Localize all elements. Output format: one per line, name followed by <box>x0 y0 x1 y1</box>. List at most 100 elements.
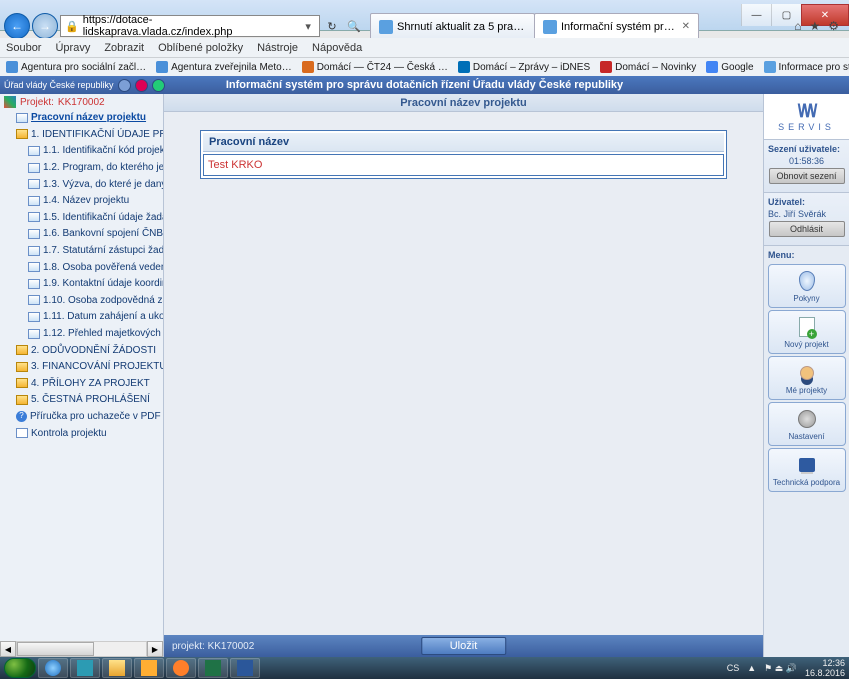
browser-menu-bar: Soubor Úpravy Zobrazit Oblíbené položky … <box>0 38 849 58</box>
favorite-link[interactable]: Domácí – Novinky <box>600 61 696 73</box>
tree-item-label: 1.8. Osoba pověřená vedením… <box>43 262 163 273</box>
tree-item[interactable]: 1.7. Statutární zástupci žadate… <box>0 243 163 260</box>
tree-item[interactable]: 1.11. Datum zahájení a ukonč… <box>0 309 163 326</box>
favicon-icon <box>302 61 314 73</box>
header-icon[interactable] <box>135 79 148 92</box>
favorite-link[interactable]: Domácí — ČT24 — Česká … <box>302 61 448 73</box>
favicon-icon <box>458 61 470 73</box>
browser-tab[interactable]: Shrnutí aktualit za 5 pracovníc… <box>370 13 535 39</box>
settings-icon[interactable]: ⚙ <box>828 19 839 33</box>
home-icon[interactable]: ⌂ <box>794 19 801 33</box>
menu-napoveda[interactable]: Nápověda <box>312 42 362 54</box>
project-name-input[interactable] <box>203 154 724 176</box>
start-button[interactable] <box>4 658 36 678</box>
menu-support[interactable]: Technická podpora <box>768 448 846 492</box>
scroll-right-button[interactable]: ▶ <box>147 641 163 657</box>
menu-settings[interactable]: Nastavení <box>768 402 846 446</box>
folder-icon <box>109 660 125 676</box>
tree-item[interactable]: 1.10. Osoba zodpovědná za ú… <box>0 293 163 310</box>
task-explorer[interactable] <box>102 658 132 678</box>
header-icon[interactable] <box>152 79 165 92</box>
refresh-button[interactable]: ↻ <box>322 15 342 37</box>
header-icon[interactable] <box>118 79 131 92</box>
back-button[interactable]: ← <box>4 13 30 39</box>
task-excel[interactable] <box>198 658 228 678</box>
refresh-session-button[interactable]: Obnovit sezení <box>769 168 845 184</box>
task-word[interactable] <box>230 658 260 678</box>
tree-item[interactable]: 1.12. Přehled majetkových vzt… <box>0 326 163 343</box>
tree-item[interactable]: 2. ODŮVODNĚNÍ ŽÁDOSTI <box>0 342 163 359</box>
task-app[interactable] <box>134 658 164 678</box>
page-icon <box>28 295 40 305</box>
tree-item[interactable]: 5. ČESTNÁ PROHLÁŠENÍ <box>0 392 163 409</box>
page-icon <box>28 146 40 156</box>
favorite-label: Domácí — ČT24 — Česká … <box>317 62 448 73</box>
tab-close-icon[interactable]: ✕ <box>682 21 690 32</box>
task-ie[interactable] <box>38 658 68 678</box>
content-pane: Pracovní název projektu Pracovní název p… <box>164 94 763 657</box>
tree-item[interactable]: Kontrola projektu <box>0 425 163 442</box>
system-tray[interactable]: CS ▲ ⚑ ⏏ 🔊 12:36 16.8.2016 <box>727 658 845 678</box>
task-media[interactable] <box>166 658 196 678</box>
tray-clock[interactable]: 12:36 16.8.2016 <box>805 658 845 678</box>
favorite-label: Google <box>721 62 753 73</box>
tray-arrow-icon[interactable]: ▲ <box>747 663 756 673</box>
media-icon <box>173 660 189 676</box>
favorite-link[interactable]: Domácí – Zprávy – iDNES <box>458 61 590 73</box>
logout-button[interactable]: Odhlásit <box>769 221 845 237</box>
favorite-link[interactable]: Agentura pro sociální začl… <box>6 61 146 73</box>
tree-item[interactable]: 1.4. Název projektu <box>0 193 163 210</box>
forward-button[interactable]: → <box>32 13 58 39</box>
save-button[interactable]: Uložit <box>421 637 507 655</box>
menu-oblibene[interactable]: Oblíbené položky <box>158 42 243 54</box>
page-icon <box>28 229 40 239</box>
tree-item[interactable]: 1.6. Bankovní spojení ČNB <box>0 226 163 243</box>
address-dropdown[interactable]: ▾ <box>301 20 315 33</box>
help-icon: ? <box>16 411 27 422</box>
tree-item-label: Kontrola projektu <box>31 428 107 439</box>
app-icon <box>77 660 93 676</box>
favorites-icon[interactable]: ★ <box>809 19 820 33</box>
tree-item[interactable]: 1.3. Výzva, do které je daný p… <box>0 176 163 193</box>
scroll-track[interactable] <box>16 641 147 657</box>
tree-item[interactable]: 3. FINANCOVÁNÍ PROJEKTU <box>0 359 163 376</box>
page-icon <box>28 196 40 206</box>
scroll-left-button[interactable]: ◀ <box>0 641 16 657</box>
form-area: Pracovní název <box>164 112 763 635</box>
menu-nastroje[interactable]: Nástroje <box>257 42 298 54</box>
tree-item[interactable]: 1.1. Identifikační kód projektu <box>0 143 163 160</box>
tree-item[interactable]: Pracovní název projektu <box>0 110 163 127</box>
tree-item-label: 3. FINANCOVÁNÍ PROJEKTU <box>31 361 163 372</box>
tray-icons[interactable]: ⚑ ⏏ 🔊 <box>764 663 797 674</box>
menu-soubor[interactable]: Soubor <box>6 42 41 54</box>
favorite-link[interactable]: Agentura zveřejnila Meto… <box>156 61 292 73</box>
favorite-link[interactable]: Google <box>706 61 753 73</box>
scroll-thumb[interactable] <box>17 642 94 656</box>
address-bar[interactable]: 🔒 https://dotace-lidskaprava.vlada.cz/in… <box>60 15 320 37</box>
menu-my-projects[interactable]: Mé projekty <box>768 356 846 400</box>
favorite-link[interactable]: Informace pro státní zamě… <box>764 61 849 73</box>
tree-item[interactable]: 1.5. Identifikační údaje žadate… <box>0 210 163 227</box>
tree-item[interactable]: 1.2. Program, do kterého je d… <box>0 160 163 177</box>
tree-item[interactable]: 4. PŘÍLOHY ZA PROJEKT <box>0 376 163 393</box>
project-tree[interactable]: Pracovní název projektu1. IDENTIFIKAČNÍ … <box>0 110 163 641</box>
logo: \/\/\/ SERVIS <box>764 94 849 140</box>
taskbar: CS ▲ ⚑ ⏏ 🔊 12:36 16.8.2016 <box>0 657 849 679</box>
horizontal-scrollbar[interactable]: ◀ ▶ <box>0 641 163 657</box>
task-app[interactable] <box>70 658 100 678</box>
search-button[interactable]: 🔍 <box>344 15 364 37</box>
browser-tab-active[interactable]: Informační systém pro sprá… ✕ <box>534 13 699 39</box>
menu-new-project[interactable]: Nový projekt <box>768 310 846 354</box>
tray-lang[interactable]: CS <box>727 663 740 673</box>
project-tree-pane: Projekt: KK170002 Pracovní název projekt… <box>0 94 164 657</box>
favicon-icon <box>764 61 776 73</box>
menu-upravy[interactable]: Úpravy <box>55 42 90 54</box>
menu-zobrazit[interactable]: Zobrazit <box>104 42 144 54</box>
page-icon <box>28 179 40 189</box>
tree-item[interactable]: 1.9. Kontaktní údaje koordiná… <box>0 276 163 293</box>
tree-item[interactable]: ?Příručka pro uchazeče v PDF <box>0 409 163 426</box>
tree-item[interactable]: 1.8. Osoba pověřená vedením… <box>0 259 163 276</box>
tree-item[interactable]: 1. IDENTIFIKAČNÍ ÚDAJE PROJEKTU <box>0 127 163 144</box>
folder-icon <box>16 129 28 139</box>
menu-pokyny[interactable]: Pokyny <box>768 264 846 308</box>
